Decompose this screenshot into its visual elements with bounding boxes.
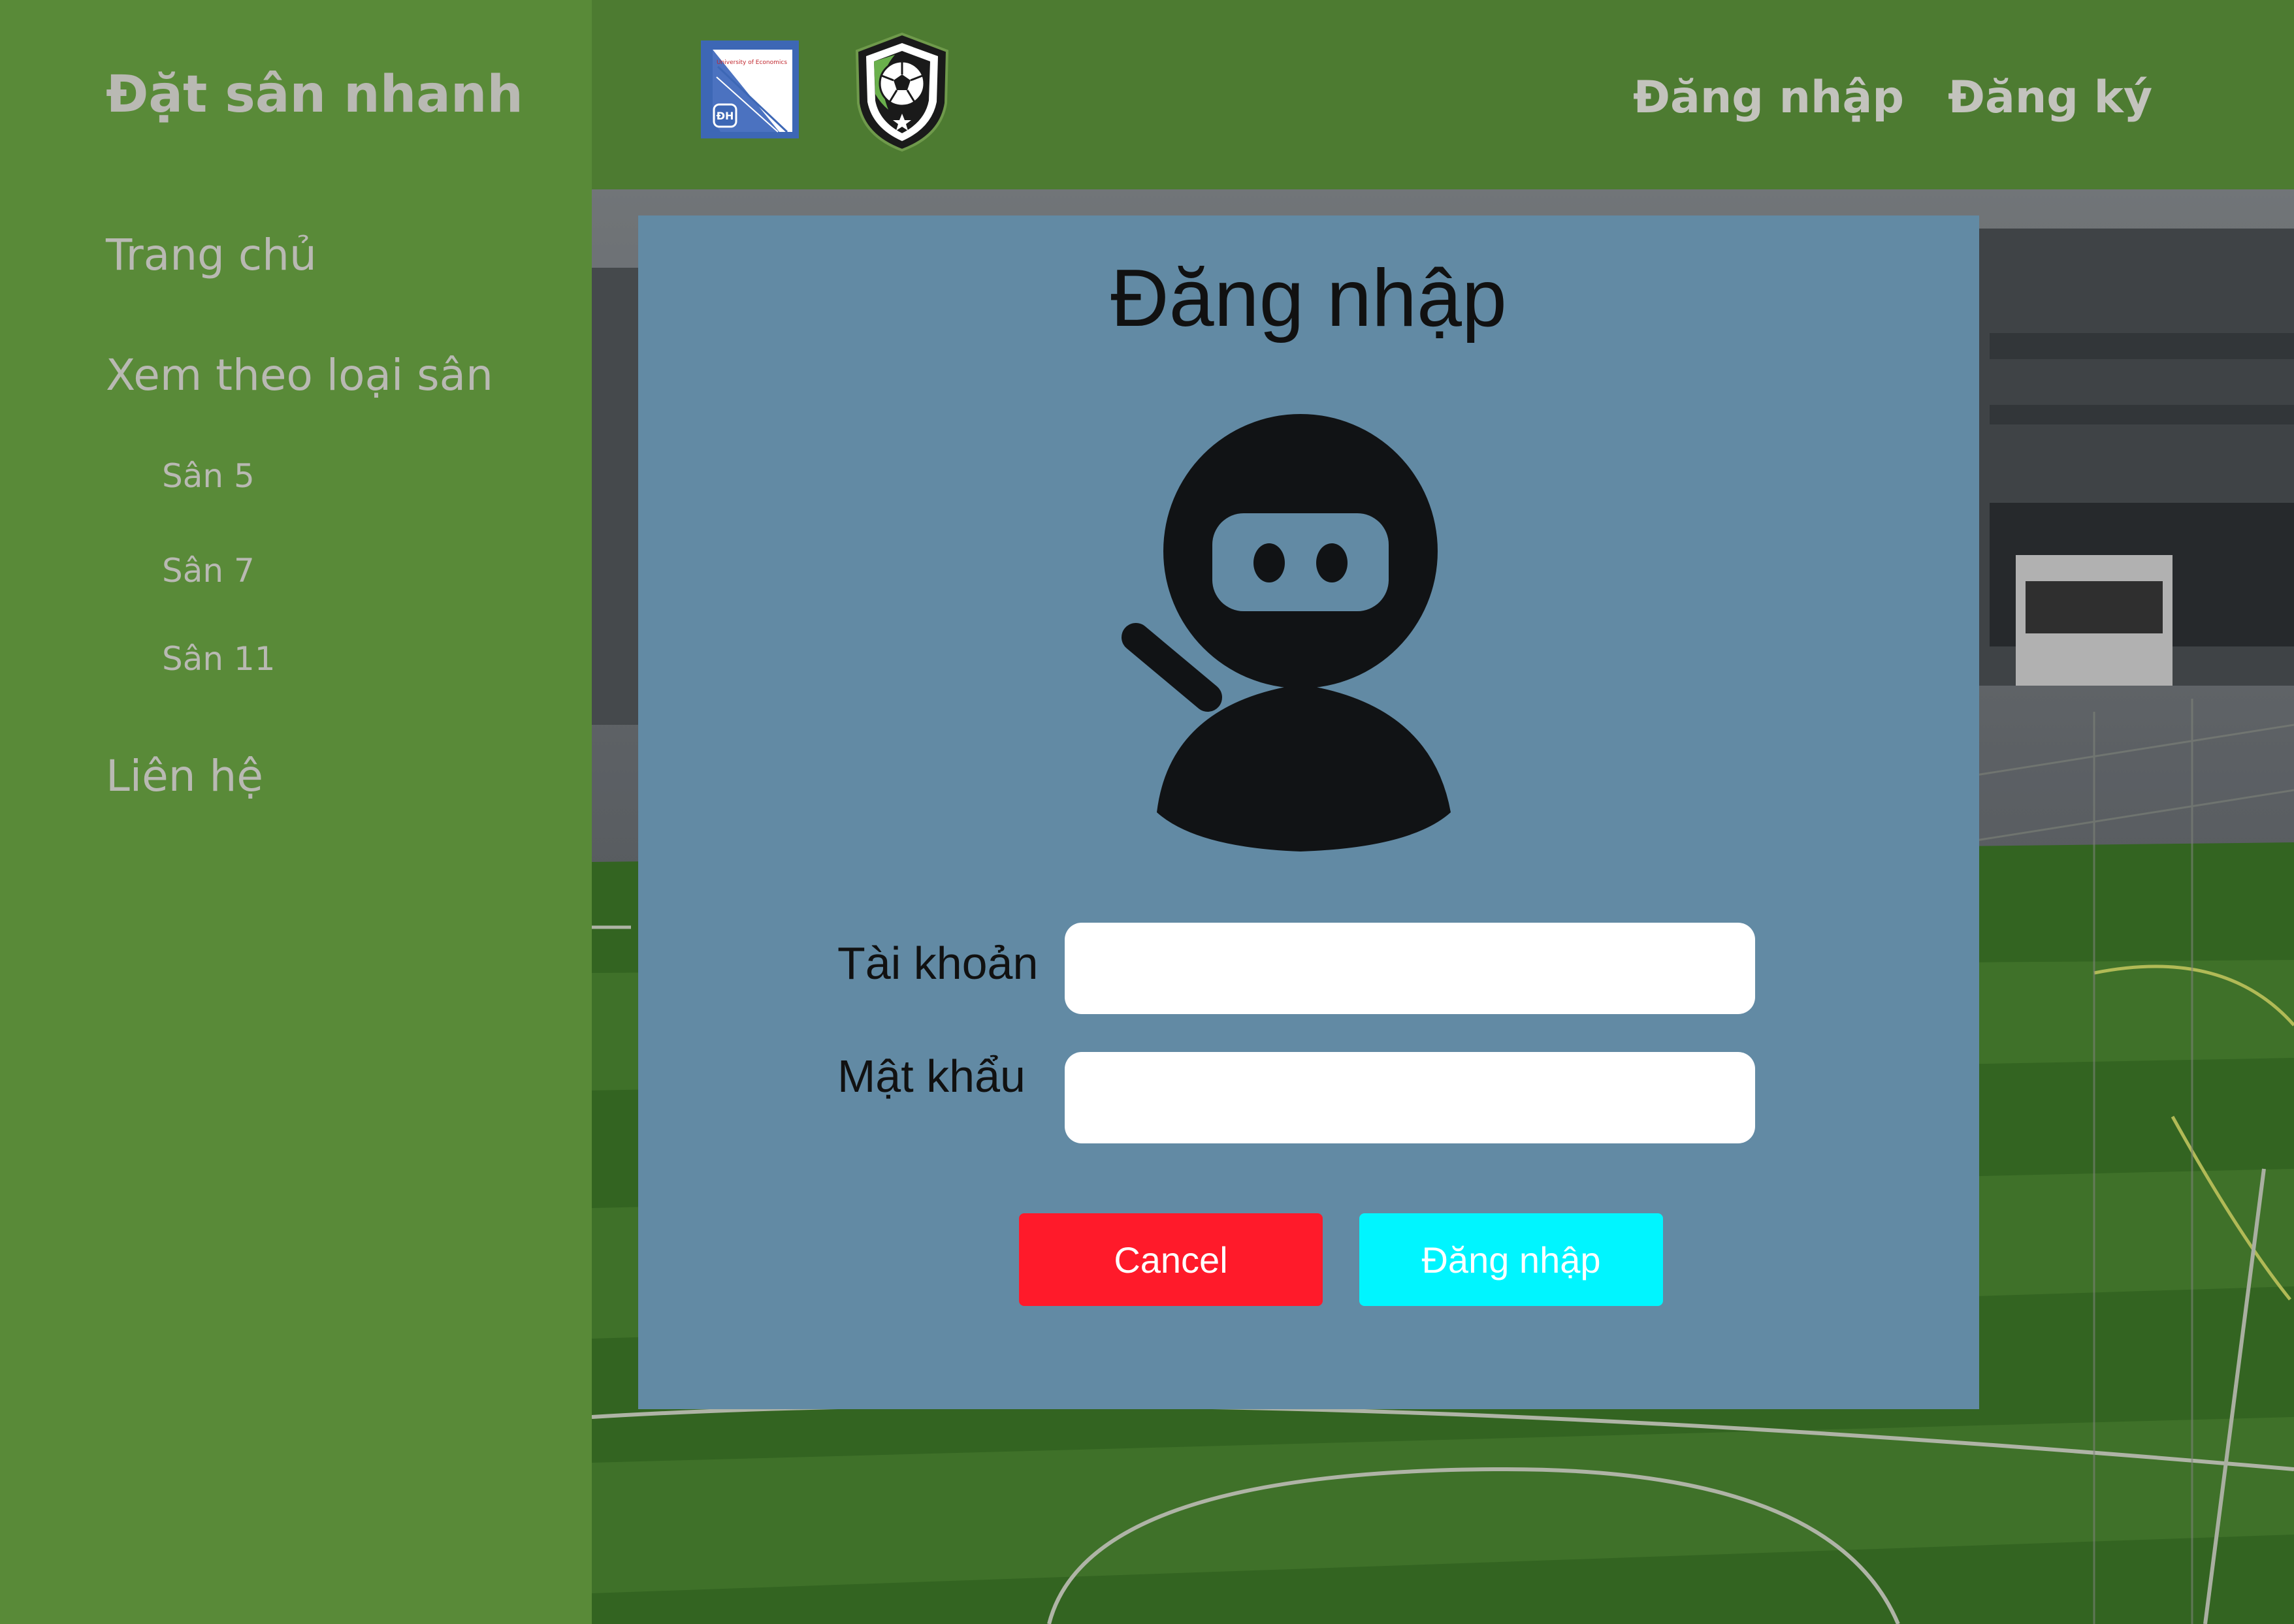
register-link[interactable]: Đăng ký [1948,72,2152,123]
nav-home[interactable]: Trang chủ [106,230,317,280]
login-submit-button[interactable]: Đăng nhập [1359,1213,1663,1306]
cancel-button[interactable]: Cancel [1019,1213,1323,1306]
sidebar: Đặt sân nhanh Trang chủ Xem theo loại sâ… [0,0,592,1624]
username-label: Tài khoản [837,938,1039,989]
top-bar: Đăng nhập Đăng ký [592,0,2294,189]
nav-contact[interactable]: Liên hệ [106,751,263,801]
soccer-shield-logo [855,32,949,152]
nav-field-7[interactable]: Sân 7 [162,552,255,590]
nav-field-11[interactable]: Sân 11 [162,640,276,678]
username-input[interactable] [1065,923,1755,1014]
nav-field-5[interactable]: Sân 5 [162,457,255,495]
university-logo-abbr: ĐH [717,110,734,122]
modal-title: Đăng nhập [1110,253,1507,343]
brand-title[interactable]: Đặt sân nhanh [106,65,523,124]
ninja-avatar-icon [1122,414,1451,852]
login-link[interactable]: Đăng nhập [1633,72,1904,123]
nav-field-types[interactable]: Xem theo loại sân [106,350,493,400]
password-input[interactable] [1065,1052,1755,1143]
university-logo: ĐH University of Economics [701,40,799,138]
password-label: Mật khẩu [837,1051,1026,1102]
university-logo-text: University of Economics [717,59,787,66]
login-modal: Đăng nhập Tài khoản Mật khẩu Cancel Đăng… [638,215,1979,1409]
